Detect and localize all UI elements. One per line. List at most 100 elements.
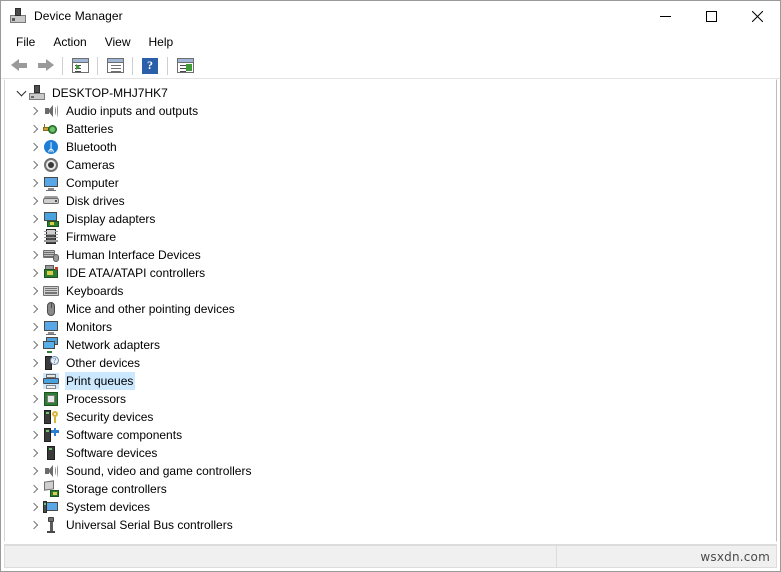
tree-item-security-devices[interactable]: Security devices <box>5 408 776 426</box>
mouse-icon <box>43 301 59 317</box>
tree-item-audio-inputs-and-outputs[interactable]: Audio inputs and outputs <box>5 102 776 120</box>
chevron-right-icon[interactable] <box>27 408 43 426</box>
menu-item-action[interactable]: Action <box>44 33 95 51</box>
tree-children: Audio inputs and outputs Batteries ᛦ Blueto… <box>5 102 776 534</box>
toolbar-separator <box>132 56 133 75</box>
tree-item-human-interface-devices[interactable]: Human Interface Devices <box>5 246 776 264</box>
battery-icon <box>43 121 59 137</box>
menu-item-view[interactable]: View <box>96 33 140 51</box>
tree-item-cameras[interactable]: Cameras <box>5 156 776 174</box>
chevron-right-icon[interactable] <box>27 426 43 444</box>
tree-root-label: DESKTOP-MHJ7HK7 <box>52 86 168 100</box>
scan-window-icon <box>176 58 194 73</box>
tree-item-label: Cameras <box>66 158 115 172</box>
help-button[interactable]: ? <box>137 55 163 77</box>
tree-item-label: Human Interface Devices <box>66 248 201 262</box>
tree-item-label: Display adapters <box>66 212 156 226</box>
tree-item-system-devices[interactable]: System devices <box>5 498 776 516</box>
device-tree[interactable]: DESKTOP-MHJ7HK7 Audio inputs and outputs… <box>4 79 777 542</box>
chevron-right-icon[interactable] <box>27 336 43 354</box>
chevron-right-icon[interactable] <box>27 300 43 318</box>
chevron-right-icon[interactable] <box>27 228 43 246</box>
tree-item-label: Sound, video and game controllers <box>66 464 252 478</box>
tree-item-bluetooth[interactable]: ᛦ Bluetooth <box>5 138 776 156</box>
storage-controller-icon <box>43 480 59 497</box>
chevron-right-icon[interactable] <box>27 246 43 264</box>
usb-icon <box>43 517 59 533</box>
device-manager-window: Device Manager File Action View Help ? D… <box>0 0 781 572</box>
chevron-right-icon[interactable] <box>27 372 43 390</box>
maximize-button[interactable] <box>688 1 734 31</box>
chevron-right-icon[interactable] <box>27 318 43 336</box>
properties-window-icon <box>71 58 89 73</box>
tree-item-network-adapters[interactable]: Network adapters <box>5 336 776 354</box>
tree-item-label: Firmware <box>66 230 116 244</box>
tree-item-sound-video-and-game-controllers[interactable]: Sound, video and game controllers <box>5 462 776 480</box>
chevron-right-icon[interactable] <box>27 174 43 192</box>
chevron-right-icon[interactable] <box>27 120 43 138</box>
toolbar-separator <box>97 56 98 75</box>
status-bar: wsxdn.com <box>4 544 777 568</box>
arrow-left-icon <box>10 59 28 72</box>
chevron-right-icon[interactable] <box>27 498 43 516</box>
display-adapter-icon <box>43 211 59 227</box>
chevron-right-icon[interactable] <box>27 480 43 498</box>
chevron-right-icon[interactable] <box>27 516 43 534</box>
toolbar: ? <box>1 53 780 79</box>
show-hidden-devices-button[interactable] <box>102 55 128 77</box>
minimize-button[interactable] <box>642 1 688 31</box>
tree-item-software-devices[interactable]: Software devices <box>5 444 776 462</box>
keyboard-icon <box>43 283 59 299</box>
tree-item-label: Audio inputs and outputs <box>66 104 199 118</box>
tree-root-node[interactable]: DESKTOP-MHJ7HK7 <box>5 84 776 102</box>
chevron-right-icon[interactable] <box>27 354 43 372</box>
forward-button[interactable] <box>32 55 58 77</box>
tree-item-label: Universal Serial Bus controllers <box>66 518 233 532</box>
chevron-right-icon[interactable] <box>27 156 43 174</box>
tree-item-label: Computer <box>66 176 119 190</box>
chevron-right-icon[interactable] <box>27 390 43 408</box>
tree-item-monitors[interactable]: Monitors <box>5 318 776 336</box>
tree-item-label: Batteries <box>66 122 114 136</box>
camera-icon <box>43 157 59 173</box>
tree-item-processors[interactable]: Processors <box>5 390 776 408</box>
scan-hardware-changes-button[interactable] <box>172 55 198 77</box>
chevron-right-icon[interactable] <box>27 210 43 228</box>
tree-item-label: Other devices <box>66 356 141 370</box>
menu-item-help[interactable]: Help <box>140 33 183 51</box>
back-button[interactable] <box>6 55 32 77</box>
tree-item-keyboards[interactable]: Keyboards <box>5 282 776 300</box>
chevron-right-icon[interactable] <box>27 102 43 120</box>
processor-icon <box>43 391 59 407</box>
tree-item-label: IDE ATA/ATAPI controllers <box>66 266 206 280</box>
tree-item-computer[interactable]: Computer <box>5 174 776 192</box>
chevron-down-icon[interactable] <box>13 84 29 102</box>
tree-item-ide-ata-atapi-controllers[interactable]: IDE ATA/ATAPI controllers <box>5 264 776 282</box>
tree-item-universal-serial-bus-controllers[interactable]: Universal Serial Bus controllers <box>5 516 776 534</box>
tree-item-software-components[interactable]: Software components <box>5 426 776 444</box>
chevron-right-icon[interactable] <box>27 462 43 480</box>
tree-item-print-queues[interactable]: Print queues <box>5 372 776 390</box>
chevron-right-icon[interactable] <box>27 138 43 156</box>
menu-item-file[interactable]: File <box>7 33 44 51</box>
tree-item-display-adapters[interactable]: Display adapters <box>5 210 776 228</box>
network-adapter-icon <box>43 337 59 353</box>
tree-item-firmware[interactable]: Firmware <box>5 228 776 246</box>
chevron-right-icon[interactable] <box>27 444 43 462</box>
security-device-icon <box>43 409 59 425</box>
chevron-right-icon[interactable] <box>27 264 43 282</box>
properties-button[interactable] <box>67 55 93 77</box>
chevron-right-icon[interactable] <box>27 282 43 300</box>
tree-item-mice-and-other-pointing-devices[interactable]: Mice and other pointing devices <box>5 300 776 318</box>
tree-item-storage-controllers[interactable]: Storage controllers <box>5 480 776 498</box>
tree-item-label: Storage controllers <box>66 482 167 496</box>
tree-item-other-devices[interactable]: ? Other devices <box>5 354 776 372</box>
tree-item-label: Monitors <box>66 320 113 334</box>
tree-item-label: System devices <box>66 500 151 514</box>
tree-item-batteries[interactable]: Batteries <box>5 120 776 138</box>
status-right-pane: wsxdn.com <box>557 545 777 568</box>
chevron-right-icon[interactable] <box>27 192 43 210</box>
tree-item-disk-drives[interactable]: Disk drives <box>5 192 776 210</box>
menu-bar: File Action View Help <box>1 31 780 53</box>
close-button[interactable] <box>734 1 780 31</box>
